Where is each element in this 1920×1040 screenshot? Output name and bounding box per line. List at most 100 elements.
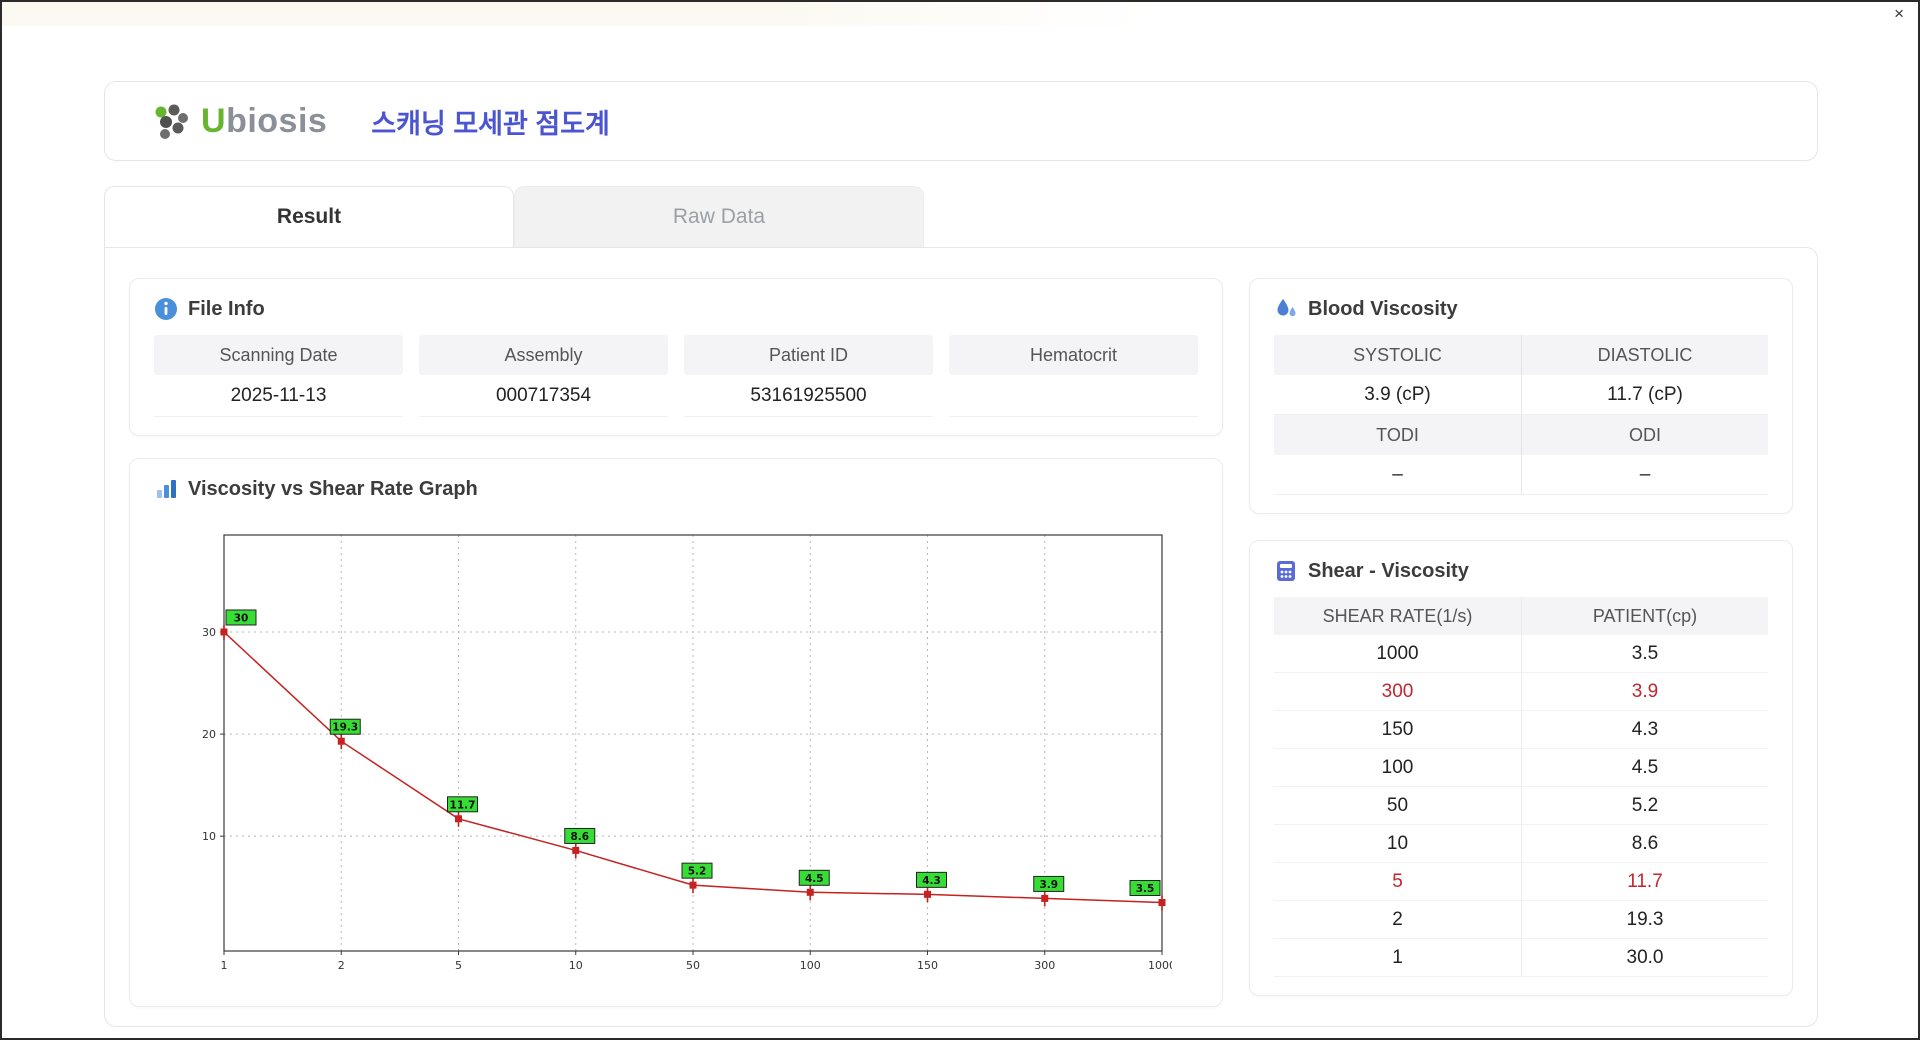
diastolic-header: DIASTOLIC bbox=[1521, 335, 1768, 375]
patient-viscosity-cell: 5.2 bbox=[1521, 787, 1768, 825]
svg-text:5: 5 bbox=[455, 959, 462, 972]
svg-text:11.7: 11.7 bbox=[450, 799, 476, 811]
svg-text:10: 10 bbox=[569, 959, 583, 972]
tab-raw-data[interactable]: Raw Data bbox=[514, 186, 924, 247]
water-drops-icon bbox=[1274, 297, 1298, 321]
brand-name: Ubiosis bbox=[201, 101, 328, 140]
table-row: 5 11.7 bbox=[1274, 863, 1768, 901]
patient-viscosity-cell: 3.5 bbox=[1521, 635, 1768, 673]
svg-text:2: 2 bbox=[338, 959, 345, 972]
left-column: File Info Scanning Date 2025-11-13 Assembl… bbox=[129, 278, 1223, 1007]
table-row: 300 3.9 bbox=[1274, 673, 1768, 711]
svg-text:19.3: 19.3 bbox=[332, 722, 358, 734]
app-window: { "window": { "close_glyph": "×" }, "hea… bbox=[0, 0, 1920, 1040]
file-info-field-value bbox=[949, 375, 1198, 417]
viscosity-chart: 1 2 5 10 50 100 150 300 1000 10 20 30 30 19.3 11.7 8.6 5… bbox=[154, 515, 1198, 988]
shear-table-header: SHEAR RATE(1/s) PATIENT(cp) bbox=[1274, 597, 1768, 635]
table-row: 2 19.3 bbox=[1274, 901, 1768, 939]
file-info-field: Hematocrit bbox=[949, 335, 1198, 417]
svg-text:30: 30 bbox=[202, 626, 216, 639]
bar-chart-icon bbox=[154, 477, 178, 501]
svg-text:4.3: 4.3 bbox=[922, 875, 941, 887]
file-info-field-value: 2025-11-13 bbox=[154, 375, 403, 417]
file-info-field-value: 53161925500 bbox=[684, 375, 933, 417]
svg-text:3.5: 3.5 bbox=[1136, 883, 1155, 895]
diastolic-value: 11.7 (cP) bbox=[1521, 375, 1768, 415]
svg-text:5.2: 5.2 bbox=[688, 866, 707, 878]
systolic-header: SYSTOLIC bbox=[1274, 335, 1521, 375]
patient-viscosity-cell: 4.5 bbox=[1521, 749, 1768, 787]
patient-viscosity-cell: 8.6 bbox=[1521, 825, 1768, 863]
shear-rate-cell: 150 bbox=[1274, 711, 1521, 749]
shear-rate-column-header: SHEAR RATE(1/s) bbox=[1274, 597, 1521, 635]
file-info-field-label: Assembly bbox=[419, 335, 668, 375]
blood-viscosity-title: Blood Viscosity bbox=[1308, 297, 1458, 320]
shear-viscosity-panel: Shear - Viscosity SHEAR RATE(1/s) PATIEN… bbox=[1249, 540, 1793, 996]
patient-viscosity-cell: 4.3 bbox=[1521, 711, 1768, 749]
file-info-field: Assembly 000717354 bbox=[419, 335, 668, 417]
blood-viscosity-table: SYSTOLIC DIASTOLIC 3.9 (cP) 11.7 (cP) TO… bbox=[1274, 335, 1768, 495]
svg-text:20: 20 bbox=[202, 728, 216, 741]
shear-rate-cell: 50 bbox=[1274, 787, 1521, 825]
table-row: 50 5.2 bbox=[1274, 787, 1768, 825]
svg-text:30: 30 bbox=[234, 612, 249, 624]
svg-text:300: 300 bbox=[1034, 959, 1055, 972]
table-row: 1 30.0 bbox=[1274, 939, 1768, 977]
tab-result[interactable]: Result bbox=[104, 186, 514, 247]
graph-panel: Viscosity vs Shear Rate Graph 1 2 5 10 50 100… bbox=[129, 458, 1223, 1007]
chart-canvas: 1 2 5 10 50 100 150 300 1000 10 20 30 30 19.3 11.7 8.6 5… bbox=[202, 534, 1176, 972]
patient-viscosity-cell: 19.3 bbox=[1521, 901, 1768, 939]
tab-bar: Result Raw Data bbox=[104, 186, 1818, 247]
svg-text:10: 10 bbox=[202, 830, 216, 843]
file-info-field-label: Scanning Date bbox=[154, 335, 403, 375]
close-icon[interactable]: × bbox=[1894, 4, 1904, 24]
shear-table-body: 1000 3.5 300 3.9 150 4.3 100 4.5 50 5.2 10 8.6 5 11.7… bbox=[1274, 635, 1768, 977]
file-info-field-label: Hematocrit bbox=[949, 335, 1198, 375]
blood-viscosity-panel: Blood Viscosity SYSTOLIC DIASTOLIC 3.9 (… bbox=[1249, 278, 1793, 514]
patient-column-header: PATIENT(cp) bbox=[1521, 597, 1768, 635]
table-row: 150 4.3 bbox=[1274, 711, 1768, 749]
file-info-fields: Scanning Date 2025-11-13 Assembly 000717354… bbox=[154, 335, 1198, 417]
calculator-grid-icon bbox=[1274, 559, 1298, 583]
odi-value: – bbox=[1521, 455, 1768, 495]
svg-text:1: 1 bbox=[221, 959, 228, 972]
window-titlebar: × bbox=[2, 2, 1918, 26]
file-info-title: File Info bbox=[188, 297, 265, 320]
odi-header: ODI bbox=[1521, 415, 1768, 455]
result-content: File Info Scanning Date 2025-11-13 Assembl… bbox=[104, 247, 1818, 1027]
todi-header: TODI bbox=[1274, 415, 1521, 455]
patient-viscosity-cell: 3.9 bbox=[1521, 673, 1768, 711]
page: Ubiosis 스캐닝 모세관 점도계 Result Raw Data File… bbox=[2, 26, 1918, 1027]
patient-viscosity-cell: 30.0 bbox=[1521, 939, 1768, 977]
shear-rate-cell: 2 bbox=[1274, 901, 1521, 939]
file-info-field-label: Patient ID bbox=[684, 335, 933, 375]
systolic-value: 3.9 (cP) bbox=[1274, 375, 1521, 415]
svg-text:1000: 1000 bbox=[1148, 959, 1172, 972]
table-row: 10 8.6 bbox=[1274, 825, 1768, 863]
shear-rate-cell: 10 bbox=[1274, 825, 1521, 863]
file-info-field-value: 000717354 bbox=[419, 375, 668, 417]
info-circle-icon bbox=[154, 297, 178, 321]
shear-rate-cell: 1000 bbox=[1274, 635, 1521, 673]
shear-rate-cell: 300 bbox=[1274, 673, 1521, 711]
svg-text:8.6: 8.6 bbox=[570, 831, 589, 843]
page-title: 스캐닝 모세관 점도계 bbox=[371, 108, 610, 139]
shear-rate-cell: 5 bbox=[1274, 863, 1521, 901]
svg-text:4.5: 4.5 bbox=[805, 873, 824, 885]
svg-text:50: 50 bbox=[686, 959, 700, 972]
svg-text:100: 100 bbox=[800, 959, 821, 972]
shear-rate-cell: 100 bbox=[1274, 749, 1521, 787]
app-header: Ubiosis 스캐닝 모세관 점도계 bbox=[104, 81, 1818, 161]
todi-value: – bbox=[1274, 455, 1521, 495]
patient-viscosity-cell: 11.7 bbox=[1521, 863, 1768, 901]
shear-rate-cell: 1 bbox=[1274, 939, 1521, 977]
right-column: Blood Viscosity SYSTOLIC DIASTOLIC 3.9 (… bbox=[1249, 278, 1793, 996]
shear-viscosity-table: SHEAR RATE(1/s) PATIENT(cp) 1000 3.5 300 3.… bbox=[1274, 597, 1768, 977]
graph-title: Viscosity vs Shear Rate Graph bbox=[188, 477, 478, 500]
svg-text:3.9: 3.9 bbox=[1039, 879, 1058, 891]
grape-cluster-icon bbox=[147, 98, 193, 144]
table-row: 1000 3.5 bbox=[1274, 635, 1768, 673]
table-row: 100 4.5 bbox=[1274, 749, 1768, 787]
svg-text:150: 150 bbox=[917, 959, 938, 972]
shear-viscosity-title: Shear - Viscosity bbox=[1308, 559, 1469, 582]
